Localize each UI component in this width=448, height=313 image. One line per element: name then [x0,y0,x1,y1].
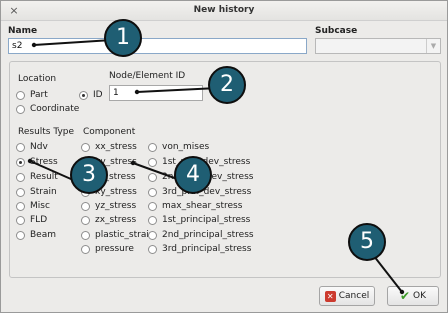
name-label: Name [8,26,38,36]
subcase-label: Subcase [315,26,358,36]
radio-icon [81,244,90,254]
cancel-icon: ✕ [324,290,336,302]
callout-badge-3: 3 [70,156,108,194]
location-part-label: Part [30,90,48,100]
component-option-label: xx_stress [95,142,137,152]
component-yz-stress-radio[interactable]: yz_stress [81,201,136,211]
radio-icon [16,230,25,240]
component-max-shear-stress-radio[interactable]: max_shear_stress [148,201,242,211]
radio-icon [16,215,25,225]
radio-icon [81,230,90,240]
radio-icon [16,90,25,100]
results-type-option-label: Result [30,172,58,182]
component-plastic-strain-radio[interactable]: plastic_strain [81,230,155,240]
location-label: Location [18,74,57,84]
results-type-beam-radio[interactable]: Beam [16,230,56,240]
radio-icon [81,215,90,225]
component-1st-principal-stress-radio[interactable]: 1st_principal_stress [148,215,250,225]
component-option-label: von_mises [162,142,210,152]
radio-icon [81,201,90,211]
results-type-option-label: Strain [30,187,57,197]
radio-icon [148,215,157,225]
radio-icon [148,142,157,152]
component-option-label: yz_stress [95,201,137,211]
radio-icon [16,187,25,197]
radio-icon [16,201,25,211]
component-option-label: pressure [95,244,134,254]
radio-selected-icon [79,90,88,100]
callout-badge-2: 2 [208,66,246,104]
radio-selected-icon [16,157,25,167]
location-id-radio[interactable]: ID [79,90,103,100]
title-bar: × New history [1,1,447,21]
results-type-stress-radio[interactable]: Stress [16,157,58,167]
component-option-label: zx_stress [95,215,137,225]
component-2nd-principal-stress-radio[interactable]: 2nd_principal_stress [148,230,254,240]
node-element-id-input[interactable]: 1 [109,85,203,101]
component-option-label: 3rd_principal_stress [162,244,252,254]
location-id-label: ID [93,90,103,100]
results-type-option-label: Ndv [30,142,48,152]
component-von-mises-radio[interactable]: von_mises [148,142,209,152]
callout-badge-5: 5 [348,223,386,261]
node-element-label: Node/Element ID [109,71,186,81]
component-option-label: 1st_principal_stress [162,215,251,225]
radio-icon [16,142,25,152]
name-input[interactable]: s2 [8,38,307,54]
results-type-option-label: Misc [30,201,50,211]
component-option-label: 3rd_prin_dev_stress [162,187,252,197]
component-pressure-radio[interactable]: pressure [81,244,134,254]
results-type-option-label: Beam [30,230,56,240]
results-type-strain-radio[interactable]: Strain [16,187,57,197]
location-coordinate-radio[interactable]: Coordinate [16,104,79,114]
location-coordinate-label: Coordinate [30,104,80,114]
results-type-fld-radio[interactable]: FLD [16,215,47,225]
results-type-result-radio[interactable]: Result [16,172,58,182]
radio-icon [148,244,157,254]
callout-badge-1: 1 [104,19,142,57]
radio-icon [81,142,90,152]
component-label: Component [83,127,136,137]
radio-icon [148,187,157,197]
dialog-title: New history [193,5,255,15]
component-option-label: max_shear_stress [162,201,243,211]
results-type-ndv-radio[interactable]: Ndv [16,142,48,152]
component-option-label: 2nd_principal_stress [162,230,254,240]
subcase-combo[interactable]: ▼ [315,38,441,54]
results-type-misc-radio[interactable]: Misc [16,201,50,211]
ok-button[interactable]: ✔ OK [387,286,439,306]
component-xx-stress-radio[interactable]: xx_stress [81,142,137,152]
ok-button-label: OK [413,291,427,301]
callout-badge-4: 4 [174,156,212,194]
new-history-dialog: × New history Name s2 Subcase ▼ Location… [0,0,448,313]
results-type-label: Results Type [18,127,75,137]
radio-icon [148,230,157,240]
cancel-button-label: Cancel [338,291,370,301]
results-type-option-label: Stress [30,157,58,167]
cancel-button[interactable]: ✕ Cancel [319,286,375,306]
component-option-label: plastic_strain [95,230,155,240]
radio-icon [148,157,157,167]
location-part-radio[interactable]: Part [16,90,48,100]
radio-icon [16,172,25,182]
radio-icon [16,104,25,114]
radio-icon [148,201,157,211]
chevron-down-icon[interactable]: ▼ [426,39,440,53]
checkmark-icon: ✔ [399,289,411,303]
radio-icon [148,172,157,182]
results-type-option-label: FLD [30,215,48,225]
component-3rd-principal-stress-radio[interactable]: 3rd_principal_stress [148,244,251,254]
component-zx-stress-radio[interactable]: zx_stress [81,215,136,225]
